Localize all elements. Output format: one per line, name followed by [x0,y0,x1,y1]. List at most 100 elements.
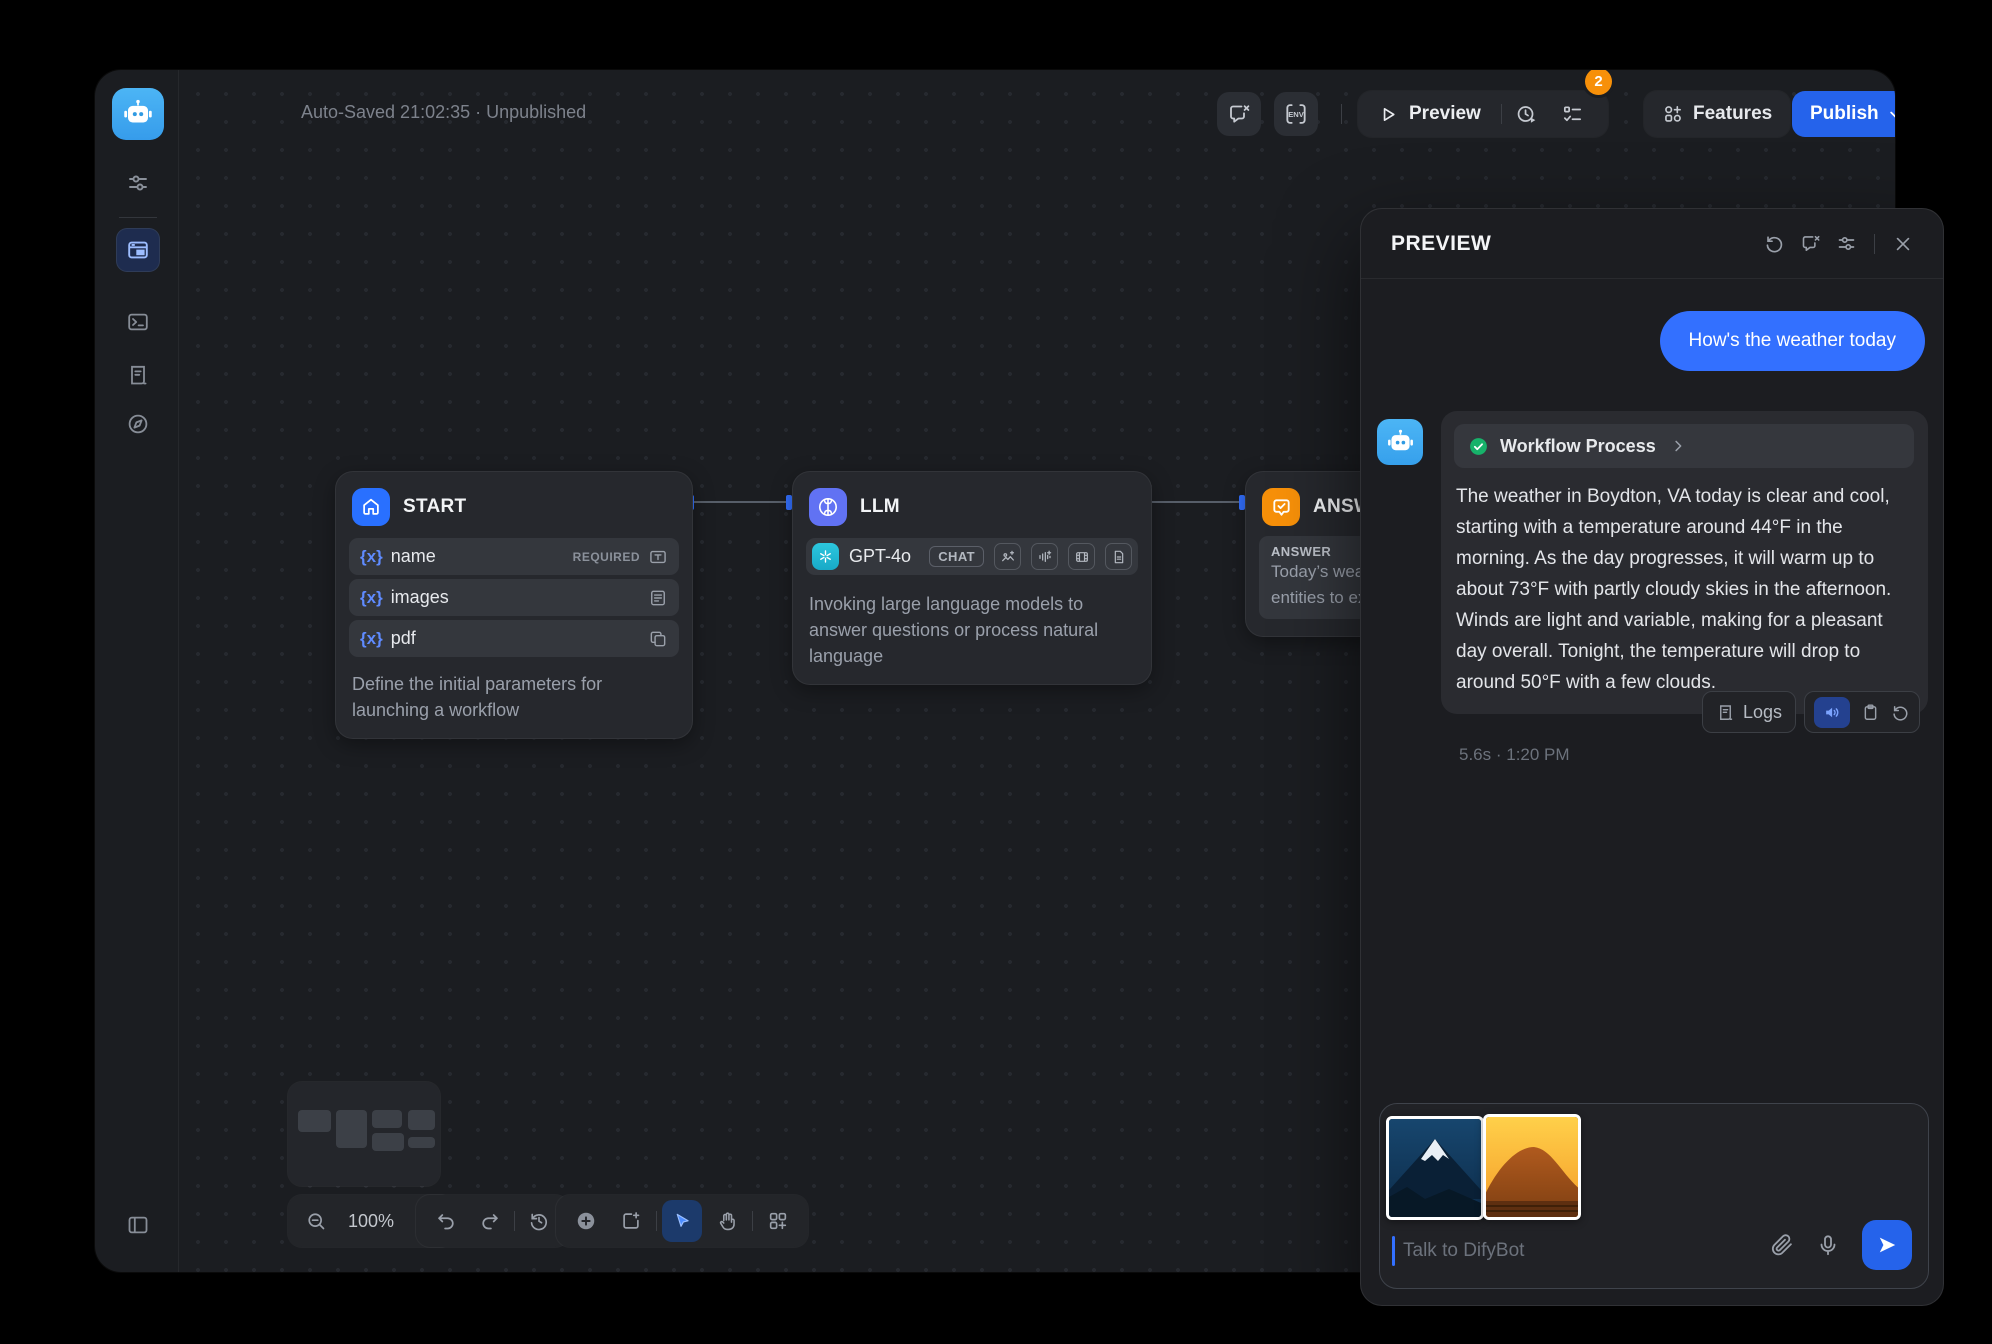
variable-token: {x} [360,547,383,567]
add-note-button[interactable] [611,1200,651,1242]
node-llm-header: LLM [793,472,1151,534]
run-history-button[interactable] [1502,103,1551,126]
edge-llm-answer [1148,501,1245,503]
send-button[interactable] [1862,1220,1912,1270]
env-icon: ENV [1283,101,1309,127]
zoom-out-button[interactable] [296,1200,336,1242]
node-llm[interactable]: LLM GPT-4o CHAT [792,471,1152,685]
attached-image-sunset[interactable] [1483,1114,1581,1220]
add-node-button[interactable] [566,1200,606,1242]
play-icon [1378,104,1399,125]
autosave-status: Auto-Saved 21:02:35 · Unpublished [301,102,586,123]
bot-reply-text: The weather in Boydton, VA today is clea… [1454,468,1919,698]
copy-button[interactable] [1861,703,1880,722]
retry-icon [1891,703,1910,722]
bot-message-bubble: Workflow Process The weather in Boydton,… [1441,411,1928,714]
text-to-speech-button[interactable] [1814,697,1850,728]
sidebar-item-monitoring[interactable] [117,403,159,445]
publish-button-label: Publish [1810,103,1879,125]
variable-token: {x} [360,629,383,649]
change-history-button[interactable] [519,1200,559,1242]
edge-start-llm [692,501,792,503]
user-message-bubble: How's the weather today [1660,311,1925,371]
start-var-name[interactable]: {x} name REQUIRED [349,538,679,575]
app-logo[interactable] [112,88,164,140]
preview-panel-title: PREVIEW [1391,232,1756,256]
toolbar-separator [656,1211,657,1231]
annotation-button[interactable] [1217,92,1261,136]
redo-button[interactable] [470,1200,510,1242]
chat-area[interactable]: How's the weather today Workflow Process… [1361,279,1943,1095]
organize-nodes-button[interactable] [758,1200,798,1242]
logs-button[interactable]: Logs [1702,691,1796,733]
paperclip-icon [1770,1233,1794,1257]
restart-conversation-button[interactable] [1756,226,1792,262]
image-capability-icon [994,543,1021,570]
hand-mode-button[interactable] [707,1200,747,1242]
pointer-mode-button[interactable] [662,1200,702,1242]
preview-panel: PREVIEW How's the weather today [1360,208,1944,1306]
zoom-level[interactable]: 100% [336,1211,406,1232]
send-icon [1875,1233,1899,1257]
close-icon [1893,234,1913,254]
node-start-title: START [403,496,466,518]
chat-x-icon [1800,233,1821,254]
sidebar-item-logs[interactable] [117,354,159,396]
collapse-sidebar-button[interactable] [117,1204,159,1246]
close-preview-button[interactable] [1885,226,1921,262]
workflow-process-label: Workflow Process [1500,436,1656,457]
toolbar-separator [1341,104,1342,124]
chat-input[interactable] [1401,1239,1735,1263]
node-llm-description: Invoking large language models to answer… [793,575,1151,669]
clipboard-icon [1861,703,1880,722]
undo-button[interactable] [426,1200,466,1242]
start-var-pdf[interactable]: {x} pdf [349,620,679,657]
clock-run-icon [1515,103,1538,126]
preview-annotation-button[interactable] [1792,226,1828,262]
workflow-process-toggle[interactable]: Workflow Process [1454,424,1914,468]
attach-file-button[interactable] [1770,1233,1794,1257]
log-document-icon [126,363,150,387]
app-sidebar [95,70,179,1272]
checklist-button[interactable] [1551,103,1594,126]
robot-icon [122,98,154,130]
preview-settings-button[interactable] [1828,226,1864,262]
text-input-icon [648,547,668,567]
preview-button[interactable]: Preview [1358,103,1501,125]
regenerate-button[interactable] [1891,703,1910,722]
sidebar-item-orchestrate[interactable] [117,229,159,271]
attached-image-fuji[interactable] [1386,1116,1484,1220]
window-icon [126,238,150,262]
features-icon [1662,103,1684,125]
preview-panel-header: PREVIEW [1361,209,1943,279]
node-start-header: START [336,472,692,534]
variable-name: pdf [391,628,640,649]
features-button[interactable]: Features [1644,91,1790,137]
restart-icon [1764,233,1785,254]
checklist-icon [1561,103,1584,126]
llm-model-mode-badge: CHAT [929,546,984,567]
canvas-minimap[interactable] [288,1082,440,1186]
llm-model-row[interactable]: GPT-4o CHAT [806,538,1138,575]
env-variables-button[interactable]: ENV [1274,92,1318,136]
publish-button[interactable]: Publish [1792,91,1895,137]
video-capability-icon [1068,543,1095,570]
collapse-panel-icon [126,1213,150,1237]
sidebar-divider [119,217,157,218]
message-action-bar: Logs [1702,691,1920,733]
start-var-images[interactable]: {x} images [349,579,679,616]
sliders-icon [126,171,150,195]
message-meta: 5.6s · 1:20 PM [1459,745,1570,765]
toolbar-separator [514,1211,515,1231]
robot-icon [1386,428,1415,457]
node-llm-title: LLM [860,496,900,518]
logs-button-label: Logs [1743,702,1782,723]
node-start[interactable]: START {x} name REQUIRED {x} images {x} p… [335,471,693,739]
voice-input-button[interactable] [1816,1233,1840,1257]
files-icon [648,629,668,649]
sidebar-item-settings[interactable] [117,162,159,204]
chat-input-box[interactable] [1379,1103,1929,1289]
mountain-night-image [1389,1119,1481,1217]
sidebar-item-api[interactable] [117,301,159,343]
microphone-icon [1816,1233,1840,1257]
